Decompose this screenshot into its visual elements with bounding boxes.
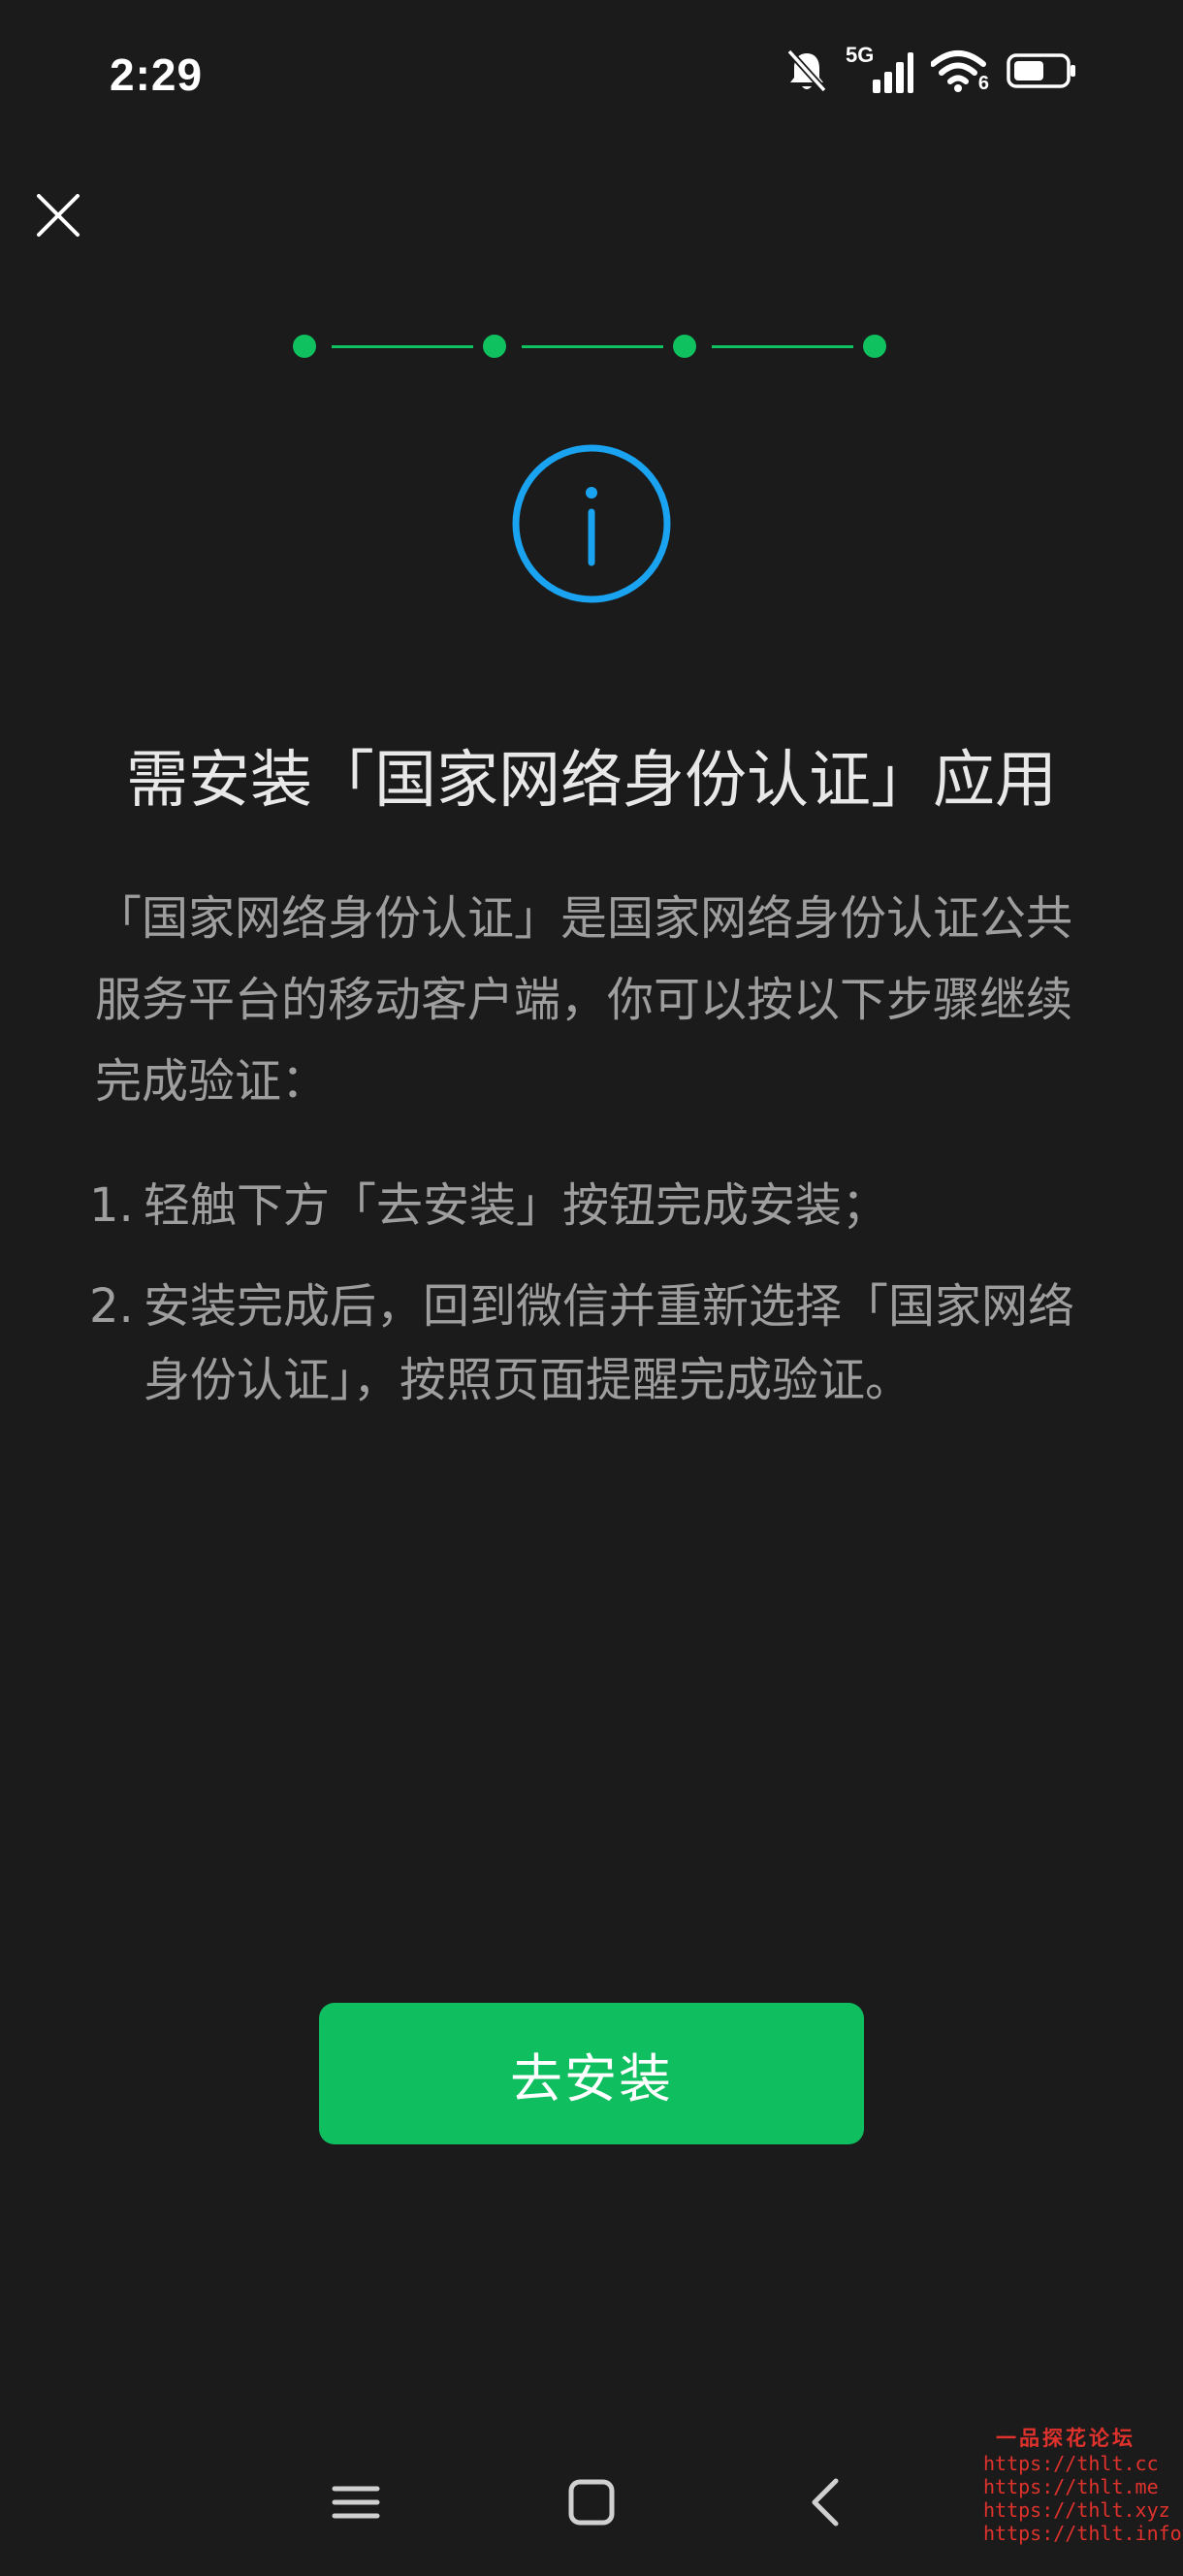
status-time: 2:29 (110, 49, 204, 100)
home-button[interactable] (562, 2473, 621, 2531)
description-text: 「国家网络身份认证」是国家网络身份认证公共服务平台的移动客户端，你可以按以下步骤… (95, 891, 1073, 1109)
watermark-line: https://thlt.info (983, 2522, 1182, 2545)
signal-5g-icon: 5G (846, 43, 913, 95)
step-line-3 (712, 345, 853, 348)
wifi-6-icon: 6 (931, 48, 989, 94)
step-line-2 (522, 345, 663, 348)
back-button[interactable] (797, 2473, 855, 2531)
back-chevron-icon (812, 2478, 839, 2527)
close-icon (37, 194, 80, 237)
instruction-number: 1. (89, 1178, 134, 1233)
menu-icon (332, 2486, 380, 2519)
instruction-list: 1. 轻触下方「去安装」按钮完成安装； 2. 安装完成后，回到微信并重新选择「国… (89, 1169, 1107, 1444)
watermark-line: https://thlt.xyz (983, 2498, 1170, 2522)
step-dot-3 (673, 335, 696, 358)
bell-muted-icon (785, 48, 828, 94)
instruction-text: 轻触下方「去安装」按钮完成安装； (144, 1178, 889, 1233)
info-circle-icon (510, 442, 673, 605)
progress-steps (293, 332, 890, 361)
page-title: 需安装「国家网络身份认证」应用 (126, 745, 1057, 817)
install-button[interactable]: 去安装 (319, 2003, 864, 2144)
watermark-title: 一品探花论坛 (996, 2426, 1135, 2450)
step-dot-1 (293, 335, 316, 358)
wifi-label: 6 (977, 73, 989, 94)
instruction-item: 2. 安装完成后，回到微信并重新选择「国家网络身份认证」，按照页面提醒完成验证。 (89, 1270, 1107, 1417)
watermark-line: https://thlt.cc (983, 2452, 1159, 2475)
step-dot-4 (863, 335, 886, 358)
battery-icon (1007, 53, 1076, 88)
close-button[interactable] (33, 190, 83, 241)
watermark: 一品探花论坛 https://thlt.cc https://thlt.me h… (983, 2426, 1182, 2546)
step-line-1 (332, 345, 473, 348)
instruction-text: 安装完成后，回到微信并重新选择「国家网络身份认证」，按照页面提醒完成验证。 (144, 1279, 1075, 1407)
instruction-item: 1. 轻触下方「去安装」按钮完成安装； (89, 1169, 1107, 1242)
instruction-number: 2. (89, 1279, 134, 1334)
home-square-icon (568, 2479, 615, 2526)
watermark-line: https://thlt.me (983, 2475, 1159, 2498)
recent-apps-button[interactable] (327, 2473, 385, 2531)
status-bar: 2:29 5G 6 (0, 0, 1183, 155)
status-icons: 5G 6 (785, 43, 1076, 95)
step-dot-2 (483, 335, 506, 358)
